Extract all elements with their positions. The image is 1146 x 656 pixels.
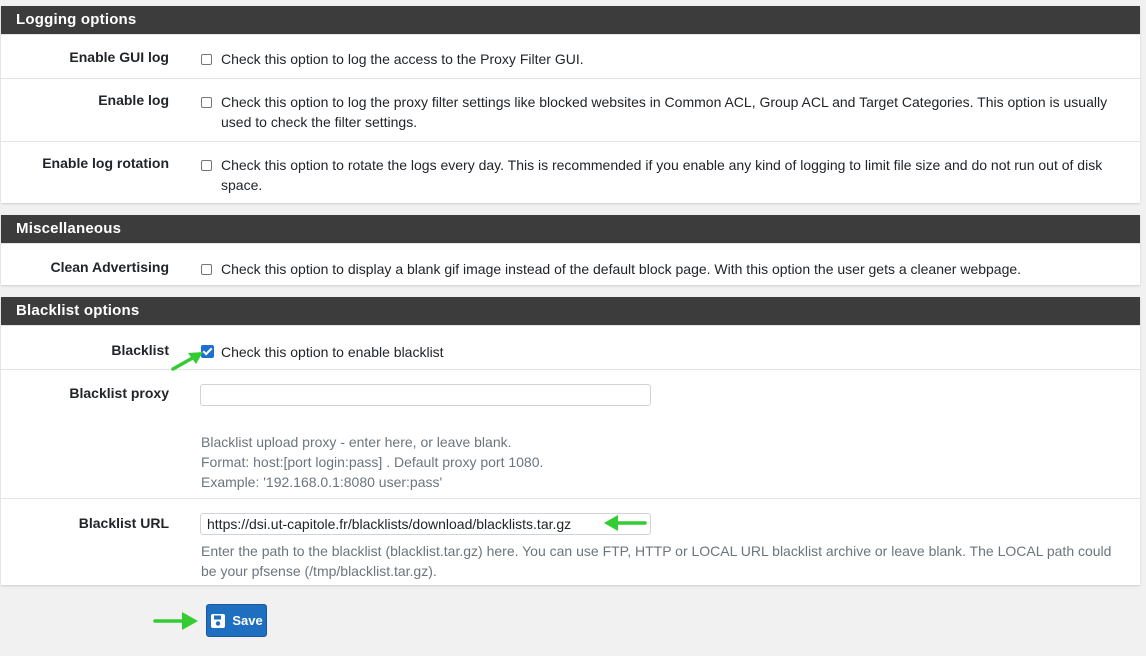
clean-advertising-desc: Check this option to display a blank gif…: [221, 261, 1022, 277]
green-arrow-icon: [604, 515, 647, 531]
green-arrow-icon: [153, 612, 198, 630]
enable-log-rotation-label: Enable log rotation: [42, 155, 169, 171]
enable-log-rotation-desc: Check this option to rotate the logs eve…: [221, 157, 1103, 193]
blacklist-options-heading: Blacklist options: [1, 297, 1140, 325]
save-button[interactable]: Save: [206, 604, 267, 637]
enable-log-desc: Check this option to log the proxy filte…: [221, 94, 1108, 130]
enable-gui-log-row: Enable GUI log Check this option to log …: [1, 34, 1140, 78]
enable-log-row: Enable log Check this option to log the …: [1, 78, 1140, 141]
blacklist-url-help: Enter the path to the blacklist (blackli…: [201, 543, 1112, 579]
enable-log-label: Enable log: [98, 92, 169, 108]
save-label: Save: [232, 613, 263, 628]
clean-advertising-checkbox[interactable]: [201, 264, 212, 275]
enable-gui-log-label: Enable GUI log: [69, 49, 169, 65]
enable-log-rotation-row: Enable log rotation Check this option to…: [1, 141, 1140, 204]
logging-options-panel: Logging options Enable GUI log Check thi…: [1, 6, 1140, 203]
blacklist-proxy-input[interactable]: [200, 384, 651, 406]
clean-advertising-label: Clean Advertising: [50, 259, 169, 275]
blacklist-proxy-help-line2: Format: host:[port login:pass] . Default…: [201, 454, 544, 470]
logging-options-heading: Logging options: [1, 6, 1140, 34]
blacklist-url-label: Blacklist URL: [78, 515, 169, 531]
blacklist-proxy-row: Blacklist proxy Blacklist upload proxy -…: [1, 369, 1140, 498]
blacklist-enable-label: Blacklist: [111, 342, 169, 358]
clean-advertising-row: Clean Advertising Check this option to d…: [1, 243, 1140, 286]
save-icon: [210, 613, 226, 629]
blacklist-proxy-help-line1: Blacklist upload proxy - enter here, or …: [201, 434, 512, 450]
enable-log-rotation-checkbox[interactable]: [201, 160, 212, 171]
blacklist-enable-desc: Check this option to enable blacklist: [221, 344, 444, 360]
green-arrow-icon: [171, 352, 203, 371]
blacklist-proxy-help-line3: Example: '192.168.0.1:8080 user:pass': [201, 474, 443, 490]
enable-gui-log-checkbox[interactable]: [201, 54, 212, 65]
blacklist-proxy-label: Blacklist proxy: [69, 385, 169, 401]
miscellaneous-heading: Miscellaneous: [1, 215, 1140, 243]
blacklist-proxy-help: Blacklist upload proxy - enter here, or …: [201, 432, 543, 492]
blacklist-url-row: Blacklist URL Enter the path to the blac…: [1, 498, 1140, 587]
blacklist-options-panel: Blacklist options Blacklist Check this o…: [1, 297, 1140, 585]
enable-log-checkbox[interactable]: [201, 97, 212, 108]
blacklist-url-input[interactable]: [200, 513, 651, 535]
miscellaneous-panel: Miscellaneous Clean Advertising Check th…: [1, 215, 1140, 285]
enable-gui-log-desc: Check this option to log the access to t…: [221, 51, 584, 67]
